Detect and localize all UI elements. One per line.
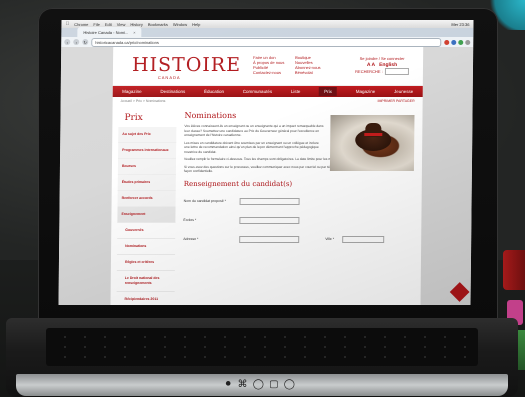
address-row: ‹ › ↻ historicacanada.ca/prix/nomination… xyxy=(61,37,474,47)
text-size-control[interactable]: A A xyxy=(367,62,375,68)
url-text: historicacanada.ca/prix/nominations xyxy=(95,39,159,45)
sidebar-item[interactable]: Programmes internationaux xyxy=(118,143,177,159)
sidebar-title: Prix xyxy=(124,113,143,123)
close-icon[interactable]: × xyxy=(133,30,135,35)
sidebar-item[interactable]: Renforcer accords xyxy=(117,191,176,207)
extension-icon[interactable] xyxy=(458,39,464,45)
header-links-a: Faire un don À propos de nous Publicité … xyxy=(253,55,285,75)
site-container: HISTOIRE CANADA Faire un don À propos de… xyxy=(110,47,424,305)
city-input[interactable] xyxy=(342,235,385,243)
apple-icon[interactable]:  xyxy=(65,21,69,27)
forward-icon[interactable]: › xyxy=(73,39,80,45)
breadcrumb-bar: Accueil > Prix > Nominations IMPRIMER PA… xyxy=(113,97,423,104)
menu-item[interactable]: Chrome xyxy=(74,22,88,27)
header-links-b: Boutique Nouvelles Abonnez-vous Bénévola… xyxy=(295,55,321,75)
header-link[interactable]: Bénévolat xyxy=(295,70,321,75)
menu-item[interactable]: Bookmarks xyxy=(148,22,168,27)
candidate-section-title: Renseignement du candidat(s) xyxy=(183,179,293,188)
laptop-front-edge: ⚫ ⌘ ◯ ▢ ◯ xyxy=(16,374,508,396)
nav-item[interactable]: Destinations xyxy=(160,89,185,94)
sidebar: Prix Au sujet des Prix Programmes interna… xyxy=(116,111,177,305)
breadcrumb[interactable]: Accueil > Prix > Nominations xyxy=(121,99,166,103)
url-bar[interactable]: historicacanada.ca/prix/nominations xyxy=(91,37,442,47)
keyboard xyxy=(46,328,478,366)
sidebar-item[interactable]: Enseignement xyxy=(117,207,176,223)
candidate-name-input[interactable] xyxy=(239,197,300,205)
candidate-name-label: Nom du candidat proposé * xyxy=(183,199,227,203)
main-navigation: Magazine Destinations Éducation Communau… xyxy=(112,86,423,97)
nav-item[interactable]: Jeunesse xyxy=(394,89,413,94)
hat-band xyxy=(364,133,383,136)
tab-title: Histoire Canada - Nomi... xyxy=(83,29,129,35)
nav-item[interactable]: Magazine xyxy=(356,89,376,94)
menu-item[interactable]: History xyxy=(130,22,143,27)
menu-item[interactable]: Edit xyxy=(105,22,112,27)
site-logo-sub: CANADA xyxy=(157,75,181,80)
red-object xyxy=(503,250,525,290)
nav-item-active[interactable]: Prix xyxy=(319,87,337,96)
laptop-screen:  Chrome File Edit View History Bookmark… xyxy=(58,20,474,305)
sidebar-item[interactable]: Bourses xyxy=(117,159,177,175)
laptop-base: ⚫ ⌘ ◯ ▢ ◯ xyxy=(6,318,518,397)
web-page: HISTOIRE CANADA Faire un don À propos de… xyxy=(58,47,474,305)
menu-item[interactable]: Window xyxy=(173,22,187,27)
menu-item[interactable]: View xyxy=(117,22,126,27)
menu-item[interactable]: File xyxy=(93,22,100,27)
hat-photo xyxy=(329,115,415,171)
main-content: Nominations Vos élèves connaissent-ils u… xyxy=(183,111,415,255)
site-header: HISTOIRE CANADA Faire un don À propos de… xyxy=(112,47,424,86)
wrench-icon[interactable] xyxy=(465,39,471,45)
page-tools[interactable]: IMPRIMER PARTAGER xyxy=(377,99,414,103)
form-row: Écoles * xyxy=(183,216,413,224)
school-label: Écoles * xyxy=(183,218,197,222)
menu-item[interactable]: Help xyxy=(192,22,200,27)
header-link[interactable]: Contactez-nous xyxy=(253,70,284,75)
site-logo[interactable]: HISTOIRE xyxy=(132,54,241,76)
paragraph: Vos élèves connaissent-ils un enseignant… xyxy=(184,124,324,137)
nav-item[interactable]: Magazine xyxy=(122,89,142,94)
sidebar-list: Au sujet des Prix Programmes internationa… xyxy=(116,127,177,305)
extension-icon[interactable] xyxy=(451,39,457,45)
header-account: Se joindre / Se connecter A A English RE… xyxy=(345,56,419,75)
extension-icon[interactable] xyxy=(444,39,450,45)
form-row: Adresse * Ville * xyxy=(183,235,413,243)
browser-tab-strip: Histoire Canada - Nomi... × xyxy=(61,27,474,37)
nav-item[interactable]: Liste xyxy=(291,89,301,94)
page-title: Nominations xyxy=(184,111,237,120)
sidebar-item[interactable]: Au sujet des Prix xyxy=(118,127,177,143)
address-label: Adresse * xyxy=(183,237,199,241)
sidebar-item[interactable]: Le Droit national des renseignements xyxy=(116,271,175,292)
nav-item[interactable]: Communautés xyxy=(243,89,272,94)
browser-tab[interactable]: Histoire Canada - Nomi... × xyxy=(77,27,142,37)
sidebar-item[interactable]: Récipiendaires 2011 xyxy=(116,292,175,305)
corner-ribbon[interactable] xyxy=(449,282,470,302)
address-input[interactable] xyxy=(239,235,300,243)
sidebar-item[interactable]: Gouvernés xyxy=(117,223,176,239)
extension-icons xyxy=(444,39,471,45)
search-input[interactable] xyxy=(384,68,409,75)
sidebar-item[interactable]: Études primaires xyxy=(117,175,176,191)
nav-item[interactable]: Éducation xyxy=(204,89,224,94)
school-input[interactable] xyxy=(239,216,300,224)
reload-icon[interactable]: ↻ xyxy=(82,39,89,45)
paragraph: Les mises en candidature doivent être so… xyxy=(184,140,319,154)
back-icon[interactable]: ‹ xyxy=(64,39,71,45)
search-label: RECHERCHE : xyxy=(355,68,383,74)
city-label: Ville * xyxy=(325,237,335,241)
form-row: Nom du candidat proposé * xyxy=(183,197,414,205)
status-led-icons: ⚫ ⌘ ◯ ▢ ◯ xyxy=(224,379,296,390)
sidebar-item[interactable]: Nominations xyxy=(117,239,176,255)
sidebar-item[interactable]: Règles et critères xyxy=(116,255,176,271)
menubar-clock: Mer 23:36 xyxy=(451,21,470,27)
